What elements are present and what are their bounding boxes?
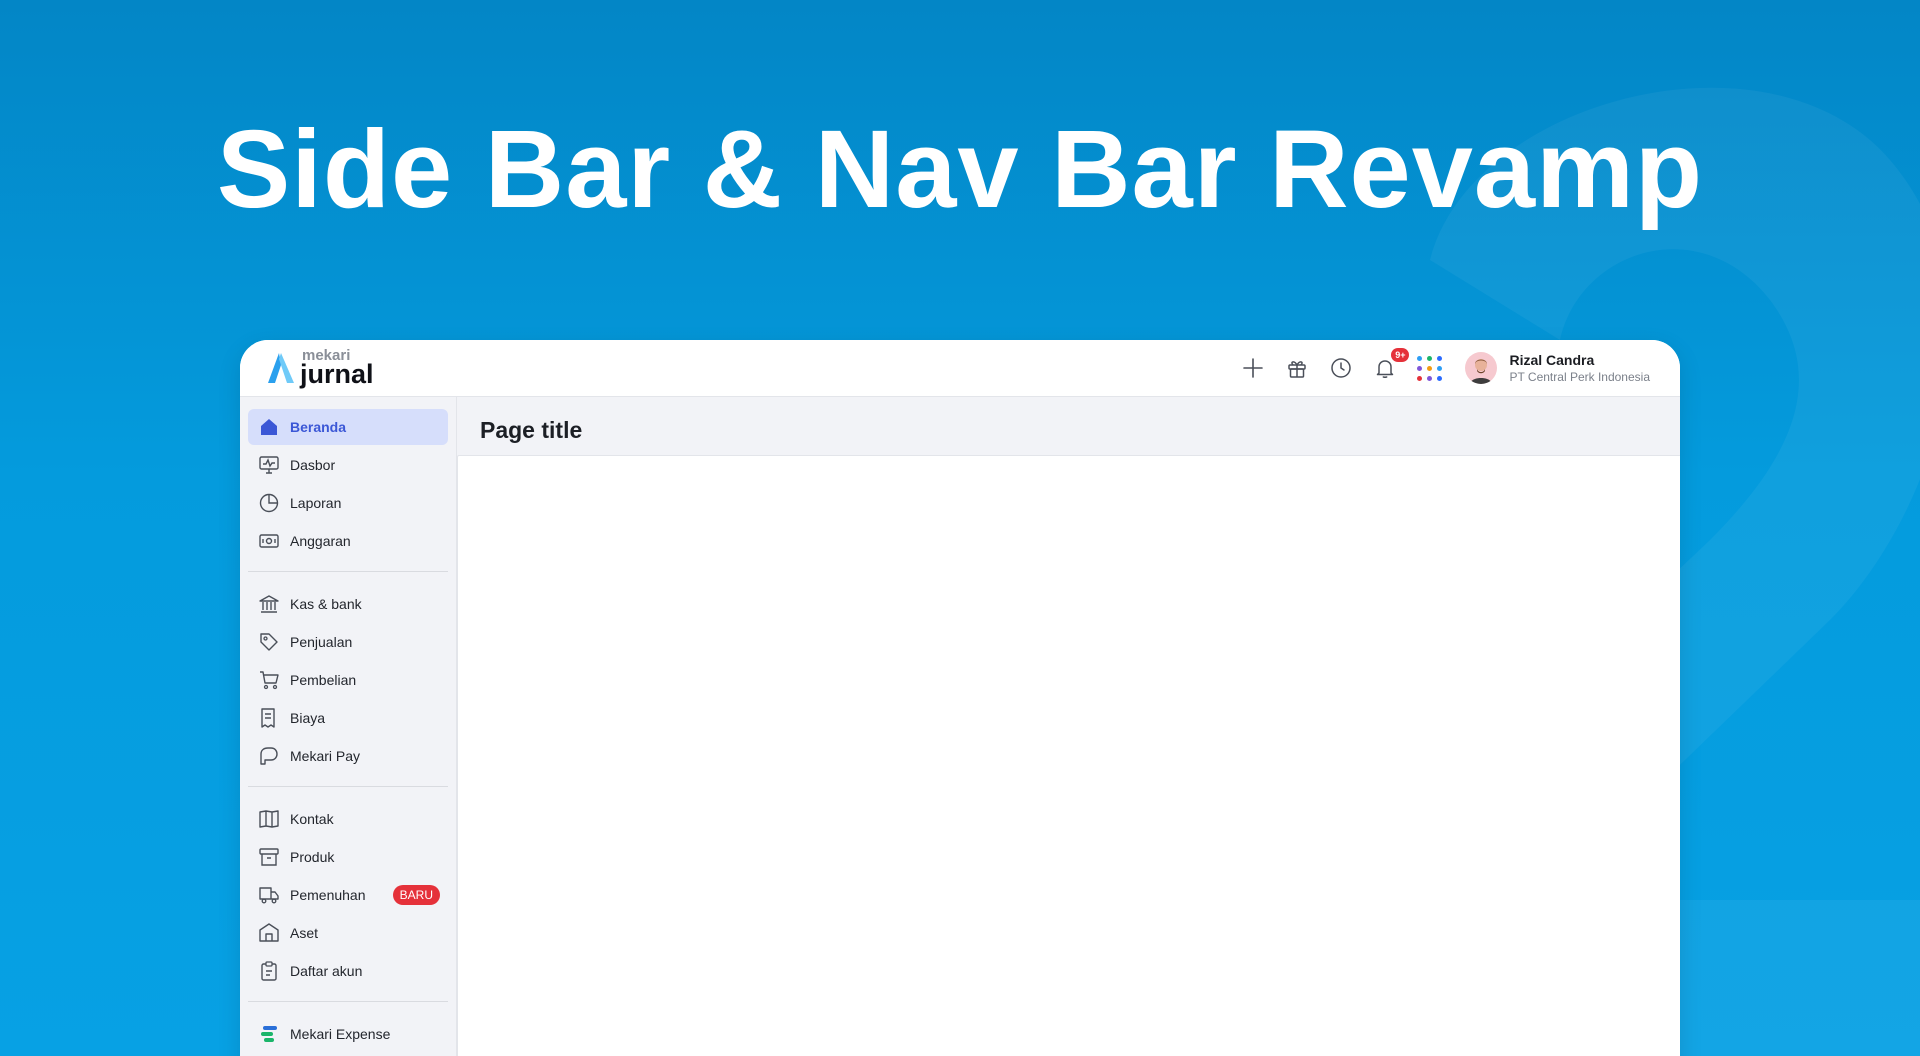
profile-name: Rizal Candra (1509, 352, 1595, 368)
pay-icon (258, 745, 280, 767)
sidebar-item-produk[interactable]: Produk (248, 839, 448, 875)
sidebar-item-label: Aset (290, 925, 319, 941)
apps-grid-dot (1426, 375, 1432, 381)
home-icon (258, 416, 280, 438)
sidebar-item-anggaran[interactable]: Anggaran (248, 523, 448, 559)
sidebar-divider (248, 786, 448, 787)
apps-launcher-button[interactable] (1415, 354, 1443, 382)
sidebar-item-pembelian[interactable]: Pembelian (248, 662, 448, 698)
new-badge: BARU (392, 885, 440, 905)
sidebar-item-laporan[interactable]: Laporan (248, 485, 448, 521)
app-window: mekari jurnal 9+ Rizal Candra PT Central… (240, 340, 1680, 1056)
budget-icon (258, 530, 280, 552)
sidebar-item-label: Penjualan (290, 634, 353, 650)
notification-button[interactable]: 9+ (1371, 348, 1410, 382)
sidebar-item-label: Dasbor (290, 457, 336, 473)
apps-grid-icon (1416, 355, 1442, 381)
sidebar-item-beranda[interactable]: Beranda (248, 409, 448, 445)
logo-big-text: jurnal (300, 359, 374, 389)
sidebar-item-label: Pemenuhan (290, 887, 366, 903)
apps-grid-dot (1426, 365, 1432, 371)
apps-grid-dot (1426, 355, 1432, 361)
sidebar-item-label: Mekari Expense (290, 1026, 391, 1042)
apps-grid-dot (1436, 355, 1442, 361)
sidebar-item-mekari-pay[interactable]: Mekari Pay (248, 738, 448, 774)
gift-icon (1288, 361, 1307, 378)
apps-grid-dot (1416, 375, 1422, 381)
hero-title: Side Bar & Nav Bar Revamp (216, 108, 1704, 231)
cart-icon (258, 669, 280, 691)
profile-company: PT Central Perk Indonesia (1509, 370, 1650, 384)
nav-actions: 9+ Rizal Candra PT Central Perk Indonesi… (1223, 348, 1650, 388)
logo-mark-icon (268, 353, 294, 383)
sidebar-item-kas-bank[interactable]: Kas & bank (248, 586, 448, 622)
box-icon (258, 846, 280, 868)
avatar (1465, 352, 1498, 384)
tag-icon (258, 631, 280, 653)
add-button[interactable] (1239, 354, 1267, 382)
content-panel (457, 455, 1680, 1056)
user-avatar-icon (1470, 359, 1493, 384)
sidebar-item-label: Kontak (290, 811, 334, 827)
profile-menu[interactable]: Rizal Candra PT Central Perk Indonesia (1465, 351, 1650, 385)
sidebar: Beranda Dasbor Laporan Anggaran Kas & ba… (240, 397, 457, 1056)
apps-grid-dot (1416, 355, 1422, 361)
building-icon (258, 922, 280, 944)
sidebar-divider (248, 571, 448, 572)
sidebar-item-label: Mekari Pay (290, 748, 361, 764)
apps-grid-dot (1416, 365, 1422, 371)
top-navbar: mekari jurnal 9+ Rizal Candra PT Central… (240, 340, 1680, 397)
sidebar-item-label: Kas & bank (290, 596, 362, 612)
sidebar-item-label: Laporan (290, 495, 342, 511)
sidebar-item-dasbor[interactable]: Dasbor (248, 447, 448, 483)
mekari-jurnal-logo[interactable]: mekari jurnal (266, 348, 374, 388)
sidebar-item-kontak[interactable]: Kontak (248, 801, 448, 837)
receipt-icon (258, 707, 280, 729)
sidebar-divider (248, 1001, 448, 1002)
sidebar-item-label: Daftar akun (290, 963, 363, 979)
sidebar-item-mekari-expense[interactable]: Mekari Expense (248, 1016, 448, 1052)
page-title: Page title (480, 417, 583, 443)
gift-button[interactable] (1283, 354, 1311, 382)
clock-icon (1331, 358, 1352, 378)
sidebar-item-pemenuhan[interactable]: Pemenuhan BARU (248, 877, 448, 913)
hero-background: Side Bar & Nav Bar Revamp mekari jurnal (0, 0, 1920, 1056)
bank-icon (258, 593, 280, 615)
clipboard-icon (258, 960, 280, 982)
sidebar-item-label: Produk (290, 849, 335, 865)
sidebar-item-label: Anggaran (290, 533, 351, 549)
truck-icon (258, 884, 280, 906)
sidebar-item-label: Biaya (290, 710, 326, 726)
apps-grid-dot (1436, 365, 1442, 371)
plus-icon (1243, 358, 1264, 378)
contact-book-icon (258, 808, 280, 830)
sidebar-item-daftar-akun[interactable]: Daftar akun (248, 953, 448, 989)
apps-grid-dot (1436, 375, 1442, 381)
mekari-expense-icon (258, 1023, 280, 1045)
sidebar-item-biaya[interactable]: Biaya (248, 700, 448, 736)
notification-count-badge: 9+ (1391, 348, 1410, 362)
monitor-icon (258, 454, 280, 476)
sidebar-item-label: Pembelian (290, 672, 357, 688)
sidebar-item-label: Beranda (290, 419, 347, 435)
sidebar-item-aset[interactable]: Aset (248, 915, 448, 951)
sidebar-item-penjualan[interactable]: Penjualan (248, 624, 448, 660)
history-button[interactable] (1327, 354, 1355, 382)
pie-chart-icon (258, 492, 280, 514)
main-content: Page title (457, 397, 1680, 1056)
